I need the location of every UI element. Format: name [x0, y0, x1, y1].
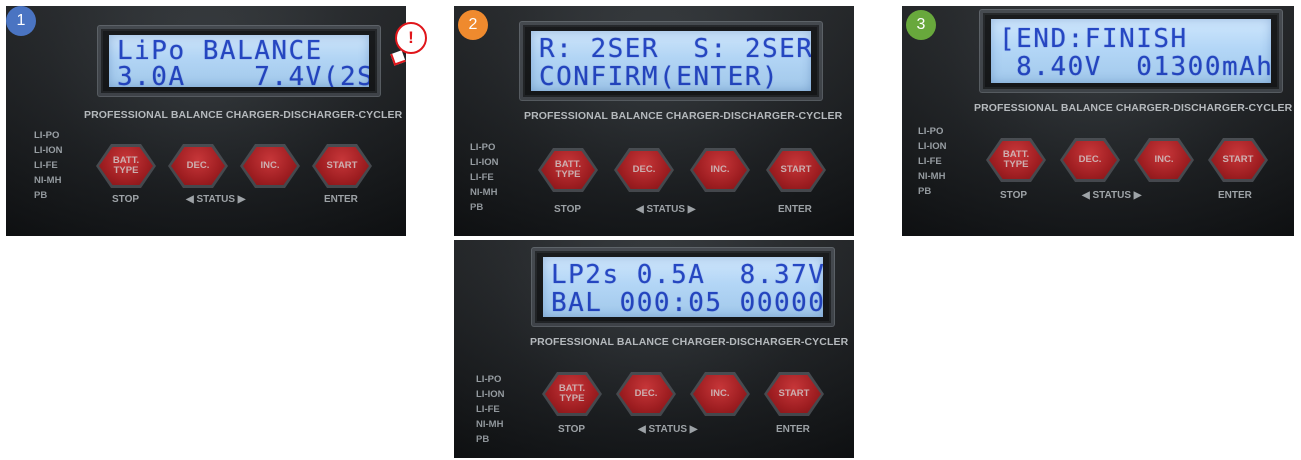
brand-label: PROFESSIONAL BALANCE CHARGER-DISCHARGER-… [530, 336, 849, 348]
start-button[interactable]: START [312, 144, 372, 188]
battery-type-lipo: LI-PO [34, 130, 60, 141]
step-badge-2: 2 [458, 10, 488, 40]
status-label: ◀ STATUS ▶ [638, 424, 698, 435]
lcd-display-1: LiPo BALANCE · 3.0A 7.4V(2S) [98, 26, 380, 96]
start-button[interactable]: START [764, 372, 824, 416]
battery-type-list: LI-PO LI-ION LI-FE NI-MH PB [34, 128, 63, 203]
lcd-display-4: LP2s 0.5A 8.37V BAL 000:05 00000 [532, 248, 834, 326]
stop-label: STOP [554, 204, 582, 215]
start-button[interactable]: START [1208, 138, 1268, 182]
brand-label: PROFESSIONAL BALANCE CHARGER-DISCHARGER-… [974, 102, 1293, 114]
battery-type-life: LI-FE [476, 404, 500, 415]
battery-type-list: LI-PO LI-ION LI-FE NI-MH PB [918, 124, 947, 199]
inc-button[interactable]: INC. [690, 148, 750, 192]
inc-button[interactable]: INC. [1134, 138, 1194, 182]
stop-label: STOP [1000, 190, 1028, 201]
battery-type-liion: LI-ION [34, 145, 63, 156]
charger-panel-3: [END:FINISH ] 8.40V 01300mAh PROFESSIONA… [902, 6, 1294, 236]
battery-type-nimh: NI-MH [470, 187, 498, 198]
inc-button[interactable]: INC. [240, 144, 300, 188]
battery-type-life: LI-FE [470, 172, 494, 183]
batt-type-button[interactable]: BATT. TYPE [538, 148, 598, 192]
lcd-line-2: CONFIRM(ENTER) [539, 62, 780, 91]
battery-type-pb: PB [476, 434, 490, 445]
enter-label: ENTER [1218, 190, 1252, 201]
battery-type-nimh: NI-MH [34, 175, 62, 186]
battery-type-nimh: NI-MH [476, 419, 504, 430]
stop-label: STOP [558, 424, 586, 435]
lcd-line-2: 8.40V 01300mAh [999, 52, 1271, 82]
step-badge-3: 3 [906, 10, 936, 40]
battery-type-list: LI-PO LI-ION LI-FE NI-MH PB [476, 372, 505, 447]
dec-button[interactable]: DEC. [168, 144, 228, 188]
dec-button[interactable]: DEC. [614, 148, 674, 192]
lcd-line-1: [END:FINISH ] [999, 24, 1271, 54]
battery-type-liion: LI-ION [470, 157, 499, 168]
charger-panel-1: LiPo BALANCE · 3.0A 7.4V(2S) PROFESSIONA… [6, 6, 406, 236]
battery-type-pb: PB [918, 186, 932, 197]
enter-label: ENTER [778, 204, 812, 215]
battery-type-lipo: LI-PO [918, 126, 944, 137]
inc-button[interactable]: INC. [690, 372, 750, 416]
batt-type-button[interactable]: BATT. TYPE [986, 138, 1046, 182]
battery-type-liion: LI-ION [918, 141, 947, 152]
status-label: ◀ STATUS ▶ [1082, 190, 1142, 201]
lcd-line-2: 3.0A 7.4V(2S) [117, 62, 369, 87]
stop-label: STOP [112, 194, 140, 205]
brand-label: PROFESSIONAL BALANCE CHARGER-DISCHARGER-… [84, 109, 403, 121]
lcd-display-3: [END:FINISH ] 8.40V 01300mAh [980, 10, 1282, 92]
charger-panel-2: R: 2SER S: 2SER CONFIRM(ENTER) PROFESSIO… [454, 6, 854, 236]
batt-type-button[interactable]: BATT. TYPE [542, 372, 602, 416]
battery-type-nimh: NI-MH [918, 171, 946, 182]
brand-label: PROFESSIONAL BALANCE CHARGER-DISCHARGER-… [524, 110, 843, 122]
charger-panel-4: LP2s 0.5A 8.37V BAL 000:05 00000 PROFESS… [454, 240, 854, 458]
battery-type-life: LI-FE [918, 156, 942, 167]
step-badge-1: 1 [6, 6, 36, 36]
warning-icon: ! [395, 22, 427, 54]
battery-type-list: LI-PO LI-ION LI-FE NI-MH PB [470, 140, 499, 215]
battery-type-pb: PB [34, 190, 48, 201]
lcd-line-1: R: 2SER S: 2SER [539, 34, 811, 64]
dec-button[interactable]: DEC. [1060, 138, 1120, 182]
status-label: ◀ STATUS ▶ [186, 194, 246, 205]
lcd-line-1: LP2s 0.5A 8.37V [551, 260, 823, 290]
status-label: ◀ STATUS ▶ [636, 204, 696, 215]
battery-type-liion: LI-ION [476, 389, 505, 400]
start-button[interactable]: START [766, 148, 826, 192]
battery-type-life: LI-FE [34, 160, 58, 171]
lcd-line-1: LiPo BALANCE · [117, 36, 369, 66]
batt-type-button[interactable]: BATT. TYPE [96, 144, 156, 188]
dec-button[interactable]: DEC. [616, 372, 676, 416]
battery-type-lipo: LI-PO [470, 142, 496, 153]
battery-type-pb: PB [470, 202, 484, 213]
lcd-display-2: R: 2SER S: 2SER CONFIRM(ENTER) [520, 22, 822, 100]
lcd-line-2: BAL 000:05 00000 [551, 288, 823, 317]
enter-label: ENTER [324, 194, 358, 205]
enter-label: ENTER [776, 424, 810, 435]
battery-type-lipo: LI-PO [476, 374, 502, 385]
